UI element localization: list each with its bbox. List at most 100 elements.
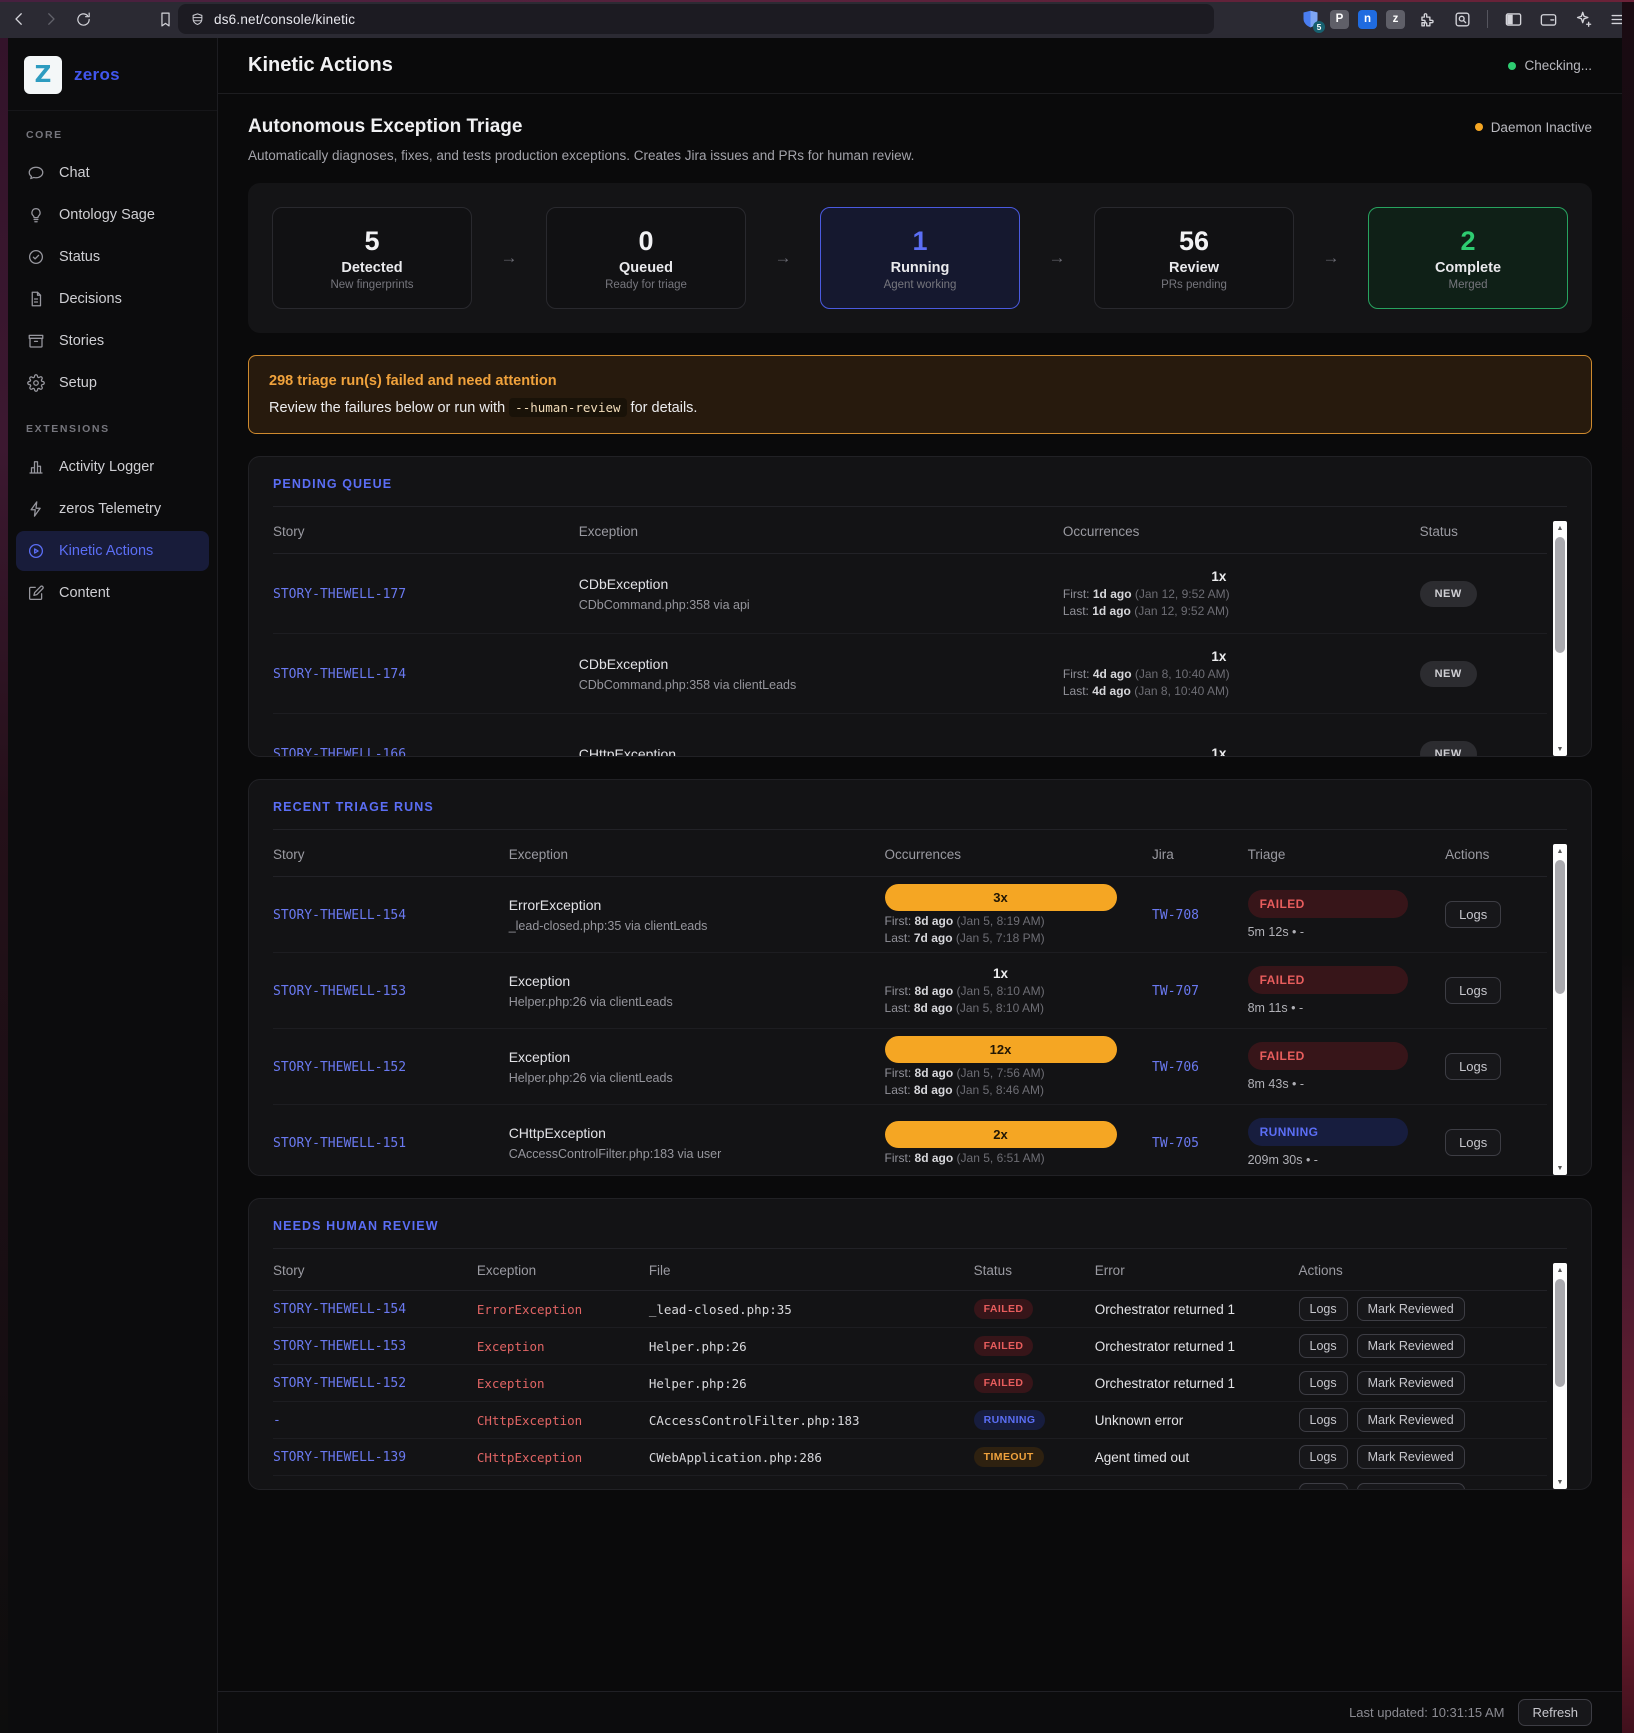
arrow-icon: → <box>1049 248 1066 268</box>
sidebar-item-label: Chat <box>59 165 90 181</box>
logs-button[interactable]: Logs <box>1299 1371 1348 1395</box>
refresh-button[interactable]: Refresh <box>1518 1699 1592 1726</box>
sidebar-item-zeros-telemetry[interactable]: zeros Telemetry <box>16 489 209 529</box>
sidebar-item-decisions[interactable]: Decisions <box>16 279 209 319</box>
scrollbar[interactable]: ▲ ▼ <box>1553 1263 1567 1489</box>
exception-source: _lead-closed.php:35 via clientLeads <box>509 919 885 933</box>
col-actions: Actions <box>1445 847 1547 862</box>
scrollbar-down-arrow[interactable]: ▼ <box>1553 1475 1567 1489</box>
logs-button[interactable]: Logs <box>1299 1483 1348 1490</box>
back-icon[interactable] <box>6 6 32 32</box>
mark-reviewed-button[interactable]: Mark Reviewed <box>1357 1483 1465 1490</box>
warning-text: Review the failures below or run with <box>269 400 509 416</box>
scrollbar-up-arrow[interactable]: ▲ <box>1553 1263 1567 1277</box>
sidebar-item-status[interactable]: Status <box>16 237 209 277</box>
stage-sublabel: Merged <box>1449 279 1488 291</box>
brand-name: zeros <box>74 65 120 85</box>
jira-link[interactable]: TW-707 <box>1152 984 1199 999</box>
sidebar-item-ontology-sage[interactable]: Ontology Sage <box>16 195 209 235</box>
sidebar-item-content[interactable]: Content <box>16 573 209 613</box>
status-text: Checking... <box>1524 58 1592 73</box>
col-exception: Exception <box>509 847 885 862</box>
triage-status-badge: FAILED <box>1248 966 1408 994</box>
extensions-puzzle-icon[interactable] <box>1414 6 1440 32</box>
table-row: STORY-THEWELL-154 ErrorException _lead-c… <box>273 877 1547 953</box>
story-link[interactable]: STORY-THEWELL-174 <box>273 667 406 682</box>
nav-section-core: CORE <box>8 111 217 151</box>
mark-reviewed-button[interactable]: Mark Reviewed <box>1357 1408 1465 1432</box>
reload-icon[interactable] <box>70 6 96 32</box>
first-label: First: <box>885 984 912 998</box>
story-link[interactable]: STORY-THEWELL-154 <box>273 908 406 923</box>
jira-link[interactable]: TW-706 <box>1152 1060 1199 1075</box>
logs-button[interactable]: Logs <box>1299 1408 1348 1432</box>
error-text: Orchestrator returned 1 <box>1095 1376 1299 1391</box>
main-area: Kinetic Actions Checking... Autonomous E… <box>218 38 1622 1733</box>
zeros-logo: Z <box>24 56 62 94</box>
first-abs: (Jan 5, 8:10 AM) <box>957 984 1045 998</box>
url-bar[interactable]: ds6.net/console/kinetic <box>178 4 1214 34</box>
col-jira: Jira <box>1152 847 1248 862</box>
ai-sparkle-icon[interactable] <box>1570 6 1596 32</box>
col-occurrences: Occurrences <box>885 847 1153 862</box>
scrollbar[interactable]: ▲ ▼ <box>1553 844 1567 1175</box>
scrollbar-thumb[interactable] <box>1555 860 1565 994</box>
wallet-icon[interactable] <box>1535 6 1561 32</box>
scrollbar-thumb[interactable] <box>1555 1279 1565 1387</box>
extension-n-icon[interactable]: n <box>1358 10 1377 29</box>
screenshot-tool-icon[interactable] <box>1449 6 1475 32</box>
scrollbar-down-arrow[interactable]: ▼ <box>1553 742 1567 756</box>
brand[interactable]: Z zeros <box>8 38 217 111</box>
story-link[interactable]: STORY-THEWELL-153 <box>273 984 406 999</box>
logs-button[interactable]: Logs <box>1299 1297 1348 1321</box>
exception-name: CDbException <box>579 656 1063 672</box>
first-rel: 1d ago <box>1093 587 1132 601</box>
scrollbar-thumb[interactable] <box>1555 537 1565 653</box>
story-link[interactable]: STORY-THEWELL-152 <box>273 1060 406 1075</box>
story-link[interactable]: STORY-THEWELL-154 <box>273 1302 406 1317</box>
forward-icon[interactable] <box>38 6 64 32</box>
jira-link[interactable]: TW-705 <box>1152 1136 1199 1151</box>
mark-reviewed-button[interactable]: Mark Reviewed <box>1357 1371 1465 1395</box>
story-link[interactable]: STORY-THEWELL-166 <box>273 747 406 757</box>
story-link[interactable]: STORY-THEWELL-151 <box>273 1136 406 1151</box>
story-link[interactable]: STORY-THEWELL-177 <box>273 587 406 602</box>
jira-link[interactable]: TW-708 <box>1152 908 1199 923</box>
file-name: CAccessControlFilter.php:183 <box>649 1413 974 1428</box>
logs-button[interactable]: Logs <box>1445 1129 1501 1156</box>
story-link[interactable]: STORY-THEWELL-139 <box>273 1450 406 1465</box>
mark-reviewed-button[interactable]: Mark Reviewed <box>1357 1334 1465 1358</box>
stage-label: Queued <box>619 260 673 276</box>
bookmark-icon[interactable] <box>152 6 178 32</box>
col-exception: Exception <box>477 1263 649 1278</box>
sidebar-item-activity-logger[interactable]: Activity Logger <box>16 447 209 487</box>
story-link[interactable]: STORY-THEWELL-152 <box>273 1376 406 1391</box>
sidebar-item-label: Ontology Sage <box>59 207 155 223</box>
mark-reviewed-button[interactable]: Mark Reviewed <box>1357 1297 1465 1321</box>
sidebar-item-chat[interactable]: Chat <box>16 153 209 193</box>
sidebar-item-kinetic-actions[interactable]: Kinetic Actions <box>16 531 209 571</box>
desktop-edge-left <box>0 38 8 1733</box>
sidebar-toggle-icon[interactable] <box>1500 6 1526 32</box>
extension-p-icon[interactable]: P <box>1330 10 1349 29</box>
logs-button[interactable]: Logs <box>1445 1053 1501 1080</box>
col-exception: Exception <box>579 524 1063 539</box>
scrollbar-down-arrow[interactable]: ▼ <box>1553 1161 1567 1175</box>
story-link[interactable]: STORY-THEWELL-153 <box>273 1339 406 1354</box>
sidebar-item-stories[interactable]: Stories <box>16 321 209 361</box>
extension-z-icon[interactable]: z <box>1386 10 1405 29</box>
mark-reviewed-button[interactable]: Mark Reviewed <box>1357 1445 1465 1469</box>
scrollbar[interactable]: ▲ ▼ <box>1553 521 1567 756</box>
table-row-clipped: Logs Mark Reviewed <box>273 1476 1547 1489</box>
sidebar-item-setup[interactable]: Setup <box>16 363 209 403</box>
scrollbar-up-arrow[interactable]: ▲ <box>1553 844 1567 858</box>
logs-button[interactable]: Logs <box>1445 901 1501 928</box>
logs-button[interactable]: Logs <box>1299 1334 1348 1358</box>
story-link[interactable]: - <box>273 1413 281 1428</box>
site-shield-icon[interactable] <box>190 12 205 27</box>
first-abs: (Jan 5, 6:51 AM) <box>957 1151 1045 1165</box>
logs-button[interactable]: Logs <box>1445 977 1501 1004</box>
adblock-extension-icon[interactable]: 5 <box>1300 9 1321 30</box>
scrollbar-up-arrow[interactable]: ▲ <box>1553 521 1567 535</box>
logs-button[interactable]: Logs <box>1299 1445 1348 1469</box>
